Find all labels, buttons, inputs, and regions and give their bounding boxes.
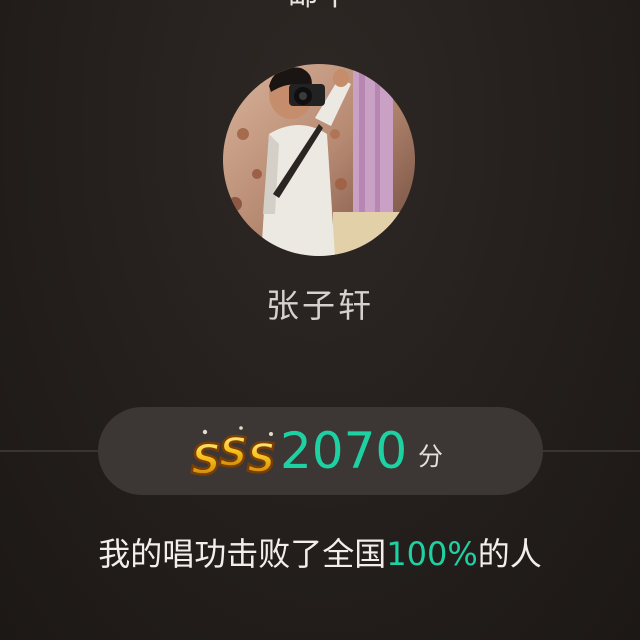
sss-grade-icon: S S S xyxy=(189,422,285,485)
rank-suffix: 的人 xyxy=(477,535,542,573)
svg-text:S: S xyxy=(191,435,221,484)
svg-text:S: S xyxy=(247,436,276,482)
username: 张子轩 xyxy=(266,286,374,325)
score-unit: 分 xyxy=(418,442,444,471)
karaoke-result-screen: 邮中 xyxy=(0,0,640,640)
rank-prefix: 我的唱功击败了全国 xyxy=(98,535,387,573)
rank-summary: 我的唱功击败了全国100%的人 xyxy=(0,532,640,576)
rank-percent: 100% xyxy=(386,535,478,573)
divider-right xyxy=(543,450,640,452)
song-title: 邮中 xyxy=(0,0,640,14)
avatar-photo xyxy=(223,64,415,256)
divider-left xyxy=(0,450,98,452)
score-value: 2070 xyxy=(280,422,408,480)
svg-text:S: S xyxy=(219,430,248,476)
avatar[interactable] xyxy=(223,64,415,256)
